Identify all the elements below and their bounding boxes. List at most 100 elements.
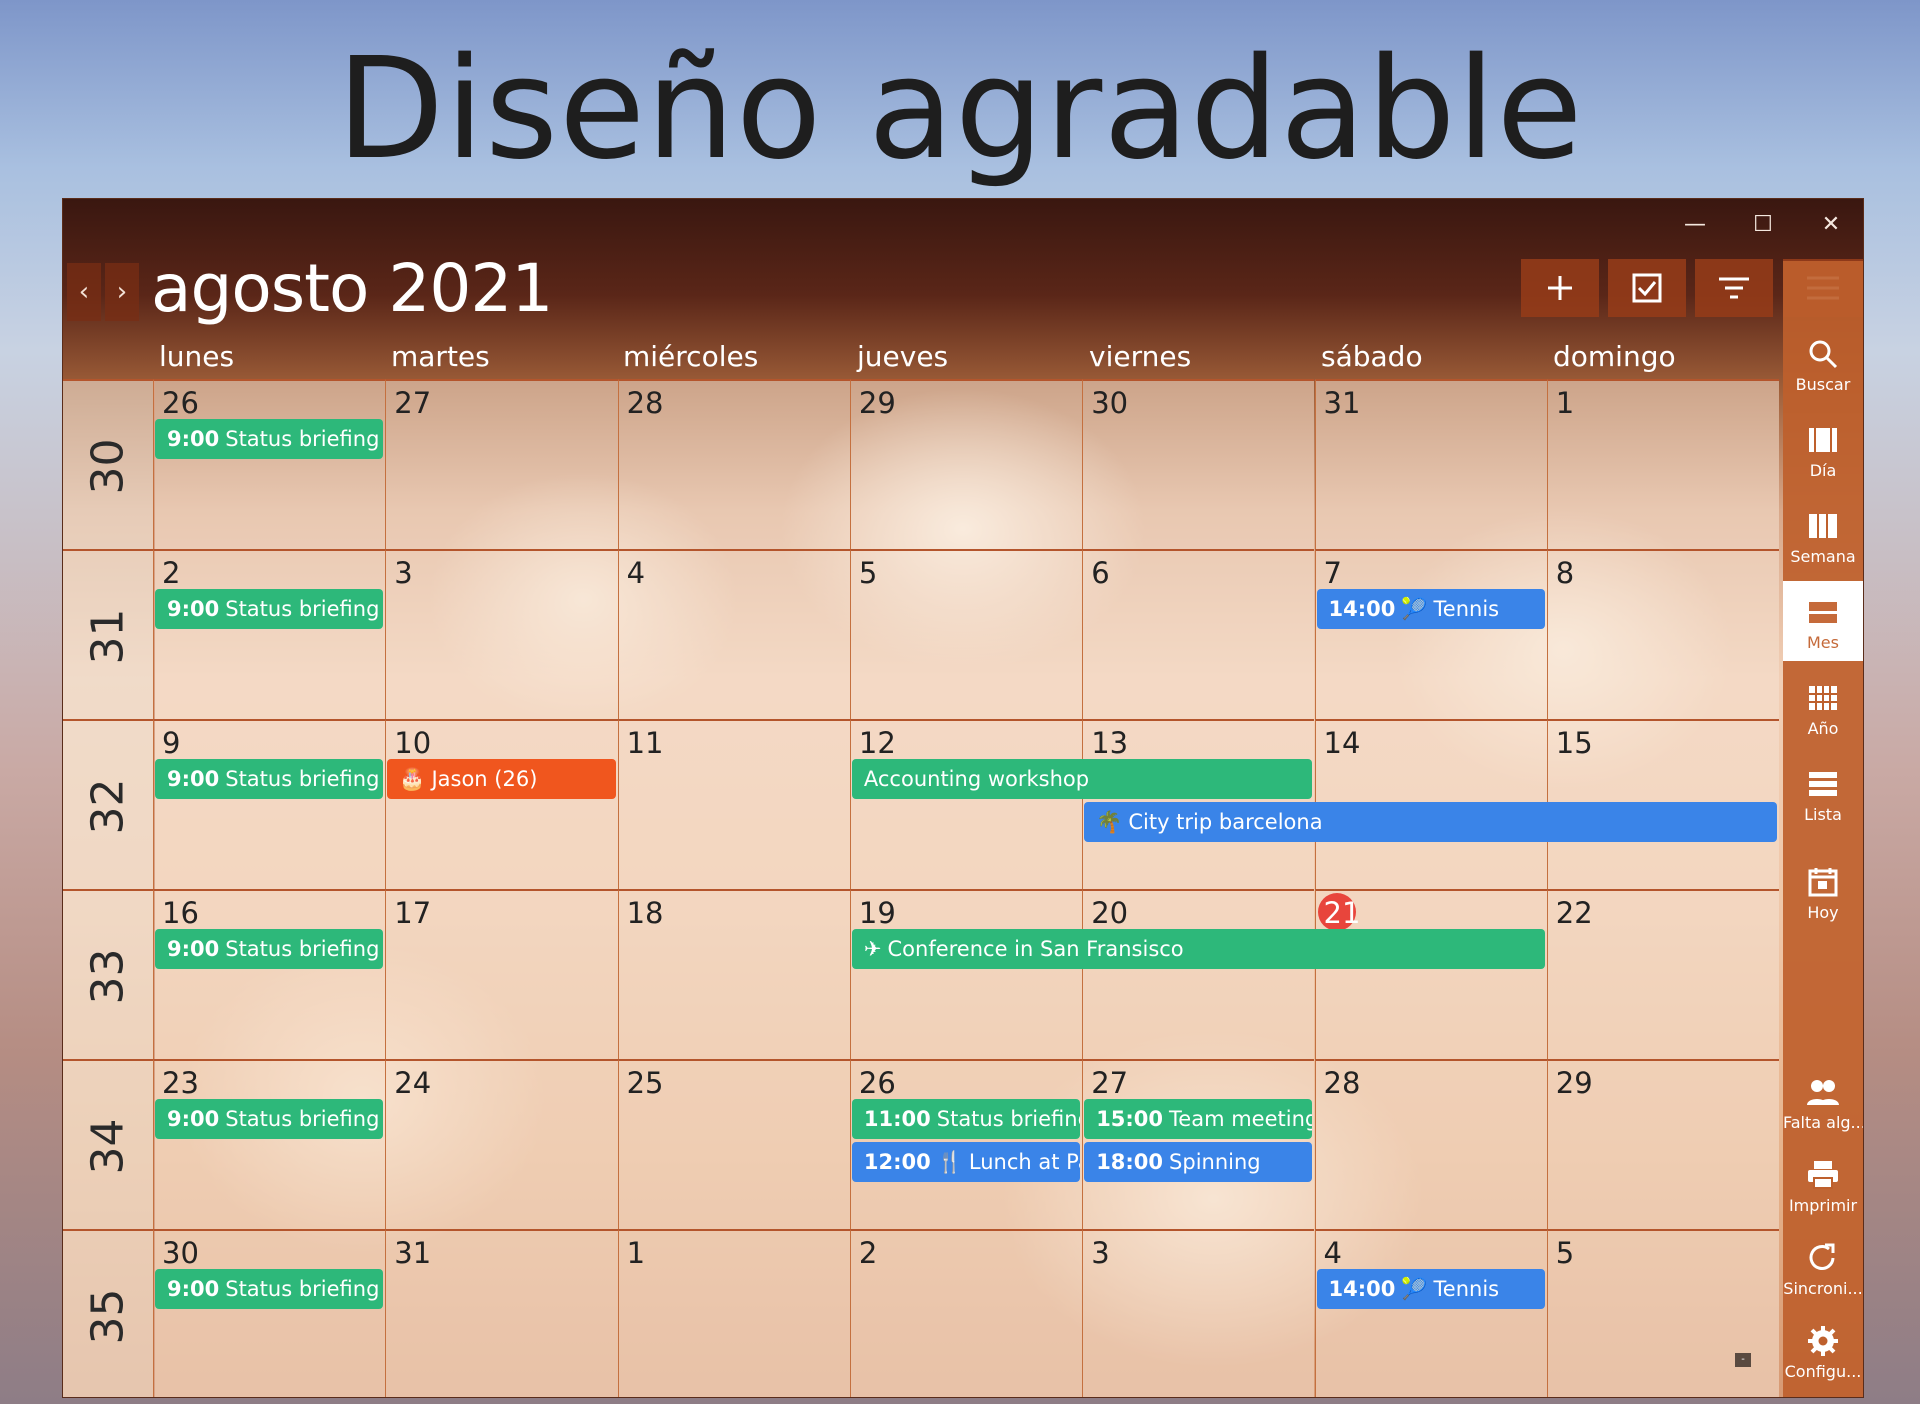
day-cell[interactable]: 20 [1082, 889, 1315, 1059]
day-number: 20 [1091, 896, 1129, 930]
calendar-event[interactable]: 9:00 Status briefing [155, 1099, 384, 1139]
maximize-button[interactable]: ☐ [1735, 209, 1791, 241]
calendar-event[interactable]: 🌴 City trip barcelona [1084, 802, 1778, 842]
calendar-event[interactable]: 12:00🍴Lunch at Pabl [851, 1142, 1081, 1182]
week-number[interactable]: 34 [63, 1059, 155, 1231]
day-cell[interactable]: 21 [1314, 889, 1547, 1059]
day-cell[interactable]: 5 [1546, 1229, 1780, 1397]
calendar-event[interactable]: ✈ Conference in San Fransisco [851, 929, 1545, 969]
day-cell[interactable]: 6 [1082, 549, 1315, 719]
minimize-button[interactable]: — [1667, 209, 1723, 241]
day-cell[interactable]: 29 [849, 379, 1083, 549]
day-number: 30 [162, 1236, 199, 1270]
day-cell[interactable]: 2 [849, 1229, 1083, 1397]
event-time: 9:00 [167, 427, 220, 451]
day-cell[interactable]: 12 [849, 719, 1083, 889]
day-number: 24 [394, 1066, 432, 1100]
day-number: 8 [1555, 556, 1575, 590]
day-number: 5 [858, 556, 878, 590]
sidebar-item-label: Lista [1804, 805, 1842, 824]
event-emoji-icon: ✈ [863, 937, 882, 961]
calendar-event[interactable]: 9:00 Status briefing [155, 589, 384, 629]
event-title: Tennis [1433, 1277, 1500, 1301]
sidebar-item-mes[interactable]: Mes [1783, 581, 1863, 661]
day-cell[interactable]: 22 [1546, 889, 1780, 1059]
sidebar-item-sincroni[interactable]: Sincroni... [1783, 1227, 1863, 1307]
day-cell[interactable]: 7 [1314, 549, 1547, 719]
sidebar-item-label: Buscar [1795, 375, 1851, 394]
day-cell[interactable]: 11 [617, 719, 850, 889]
day-number: 11 [626, 726, 664, 760]
calendar-event[interactable]: Accounting workshop [851, 759, 1313, 799]
calendar-event[interactable]: 11:00 Status briefing [851, 1099, 1081, 1139]
add-event-button[interactable] [1521, 259, 1599, 317]
calendar-event[interactable]: 14:00 🎾 Tennis [1316, 1269, 1545, 1309]
day-cell[interactable]: 28 [1314, 1059, 1547, 1229]
week-number[interactable]: 33 [63, 889, 155, 1061]
week-number[interactable]: 32 [63, 719, 155, 891]
sidebar-item-día[interactable]: Día [1783, 409, 1863, 489]
sidebar-item-año[interactable]: Año [1783, 667, 1863, 747]
day-number: 14 [1323, 726, 1361, 760]
sidebar-item-faltaalg[interactable]: Falta alg... [1783, 1061, 1863, 1141]
sidebar-item-configu[interactable]: Configu... [1783, 1310, 1863, 1390]
event-title: Lunch at Pabl [968, 1150, 1080, 1174]
filter-button[interactable] [1695, 259, 1773, 317]
day-cell[interactable]: 17 [385, 889, 618, 1059]
day-cell[interactable]: 3 [385, 549, 618, 719]
day-cell[interactable]: 2 [153, 549, 386, 719]
day-cell[interactable]: 18 [617, 889, 850, 1059]
week-number[interactable]: 30 [63, 379, 155, 551]
day-number: 3 [1091, 1236, 1110, 1270]
sidebar-item-lista[interactable]: Lista [1783, 753, 1863, 833]
calendar-event[interactable]: 🎂 Jason (26) [387, 759, 616, 799]
day-cell[interactable]: 5 [849, 549, 1083, 719]
day-cell[interactable]: 4 [1314, 1229, 1547, 1397]
week-number[interactable]: 31 [63, 549, 155, 721]
day-cell[interactable]: 23 [153, 1059, 386, 1229]
calendar-event[interactable]: 9:00 Status briefing [155, 419, 384, 459]
plus-icon [1548, 276, 1572, 300]
day-cell[interactable]: 16 [153, 889, 386, 1059]
day-cell[interactable]: 27 [385, 379, 618, 549]
next-month-button[interactable]: › [105, 263, 139, 321]
day-cell[interactable]: 31 [385, 1229, 618, 1397]
day-cell[interactable]: 9 [153, 719, 386, 889]
add-task-button[interactable] [1608, 259, 1686, 317]
promo-title: Diseño agradable [336, 28, 1584, 191]
event-time: 18:00 [1096, 1150, 1164, 1174]
weekday-header: martes [391, 340, 490, 373]
sidebar-item-imprimir[interactable]: Imprimir [1783, 1144, 1863, 1224]
day-cell[interactable]: 3 [1082, 1229, 1315, 1397]
day-cell[interactable]: 1 [1546, 379, 1780, 549]
day-cell[interactable]: 10 [385, 719, 618, 889]
day-cell[interactable]: 29 [1546, 1059, 1780, 1229]
calendar-event[interactable]: 9:00 Status briefing [155, 759, 384, 799]
prev-month-button[interactable]: ‹ [67, 263, 101, 321]
day-cell[interactable]: 8 [1546, 549, 1780, 719]
sidebar-item-buscar[interactable]: Buscar [1783, 323, 1863, 403]
day-cell[interactable]: 30 [153, 1229, 386, 1397]
sidebar-item-semana[interactable]: Semana [1783, 495, 1863, 575]
day-number: 30 [1091, 386, 1129, 420]
day-cell[interactable]: 1 [617, 1229, 850, 1397]
calendar-event[interactable]: 18:00 Spinning [1084, 1142, 1313, 1182]
calendar-event[interactable]: 15:00 Team meeting [1084, 1099, 1313, 1139]
calendar-event[interactable]: 9:00 Status briefing [155, 1269, 384, 1309]
week-number[interactable]: 35 [63, 1229, 155, 1397]
sidebar-item-hoy[interactable]: Hoy [1783, 851, 1863, 931]
day-cell[interactable]: 31 [1314, 379, 1547, 549]
day-cell[interactable]: 19 [849, 889, 1083, 1059]
day-cell[interactable]: 30 [1082, 379, 1315, 549]
close-button[interactable]: ✕ [1803, 209, 1859, 241]
day-cell[interactable]: 4 [617, 549, 850, 719]
event-title: Status briefing [225, 1107, 380, 1131]
calendar-event[interactable]: 14:00 🎾 Tennis [1316, 589, 1545, 629]
day-cell[interactable]: 26 [153, 379, 386, 549]
day-cell[interactable]: 28 [617, 379, 850, 549]
calendar-event[interactable]: 9:00 Status briefing [155, 929, 384, 969]
day-cell[interactable]: 24 [385, 1059, 618, 1229]
sidebar-item-label: Imprimir [1788, 1196, 1858, 1215]
day-cell[interactable]: 25 [617, 1059, 850, 1229]
event-emoji-icon: 🎾 [1401, 597, 1428, 621]
